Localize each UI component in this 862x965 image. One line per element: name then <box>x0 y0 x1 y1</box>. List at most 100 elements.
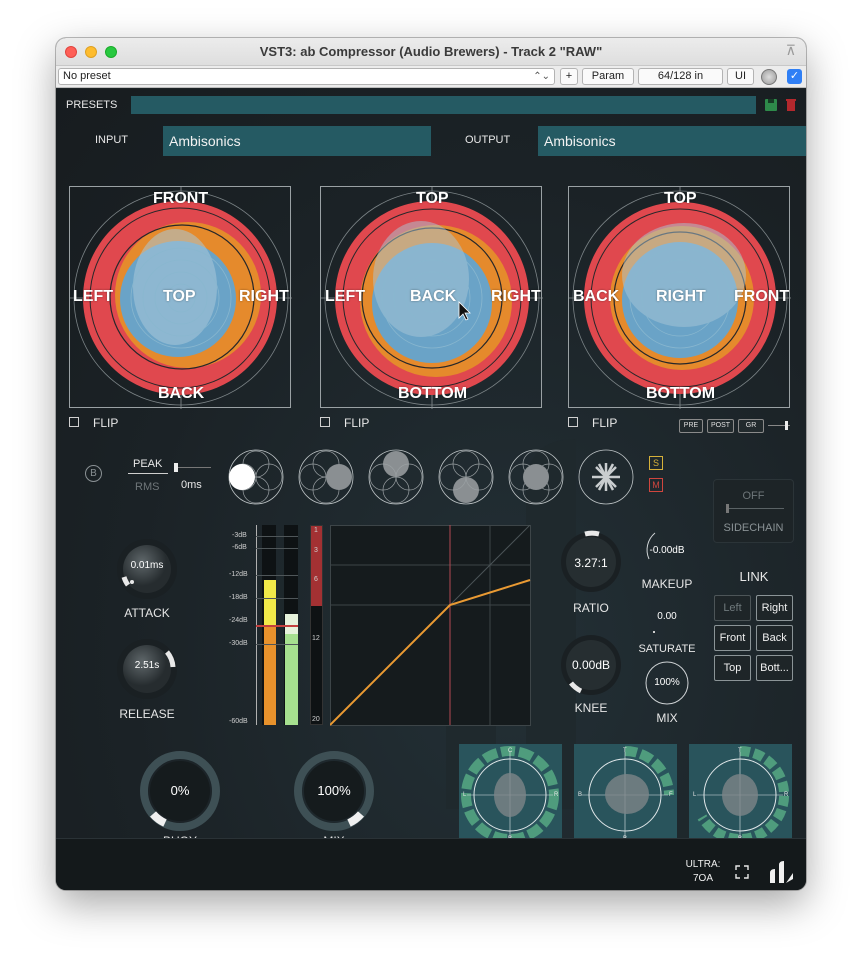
mode-bottom-icon[interactable] <box>437 448 495 506</box>
wet-knob[interactable] <box>761 69 777 85</box>
sphere-3-bottom-label: BOTTOM <box>646 385 716 402</box>
saturate-label: SATURATE <box>638 643 696 655</box>
link-back-button[interactable]: Back <box>756 625 793 651</box>
sphere-1-left-label: LEFT <box>73 288 113 305</box>
mode-top-icon[interactable] <box>367 448 425 506</box>
mode-multi-icon[interactable] <box>577 448 635 506</box>
param-button[interactable]: Param <box>582 68 634 85</box>
detector-time-slider-handle[interactable] <box>174 463 178 472</box>
threshold-line <box>256 625 298 627</box>
meter-scale-12: -12dB <box>229 571 248 578</box>
host-toolbar: No preset ⌃⌄ + Param 64/128 in UI ✓ <box>56 66 806 88</box>
meter-scale-6: -6dB <box>232 544 247 551</box>
visualizer-front: C B L R <box>459 744 562 846</box>
link-top-button[interactable]: Top <box>714 655 751 681</box>
visualizer-side-graphic <box>582 746 674 838</box>
output-format-select[interactable]: Ambisonics <box>538 126 806 156</box>
attack-label: ATTACK <box>124 606 170 620</box>
input-label: INPUT <box>95 134 128 146</box>
sphere-1-center-label: TOP <box>163 288 196 305</box>
solo-button[interactable]: S <box>649 456 663 470</box>
gr-scale-20: 20 <box>312 716 320 723</box>
sphere-3-left-label: BACK <box>573 288 620 305</box>
mix-small-value: 100% <box>654 677 680 688</box>
input-format-select[interactable]: Ambisonics <box>163 126 431 156</box>
mode-right-icon[interactable] <box>297 448 355 506</box>
sphere-2-left-label: LEFT <box>325 288 365 305</box>
link-bottom-button[interactable]: Bott... <box>756 655 793 681</box>
mode-indicator[interactable]: ULTRA: 7OA <box>684 858 722 886</box>
detector-time-value: 0ms <box>181 479 202 491</box>
input-meter-fill-top <box>264 580 276 625</box>
peak-option[interactable]: PEAK <box>133 458 162 470</box>
preset-select[interactable]: No preset ⌃⌄ <box>58 68 555 85</box>
preset-select-value: No preset <box>63 70 111 82</box>
flip-2-checkbox[interactable] <box>320 417 330 427</box>
pre-button[interactable]: PRE <box>679 419 703 433</box>
sphere-2-bottom-label: BOTTOM <box>398 385 468 402</box>
link-front-button[interactable]: Front <box>714 625 751 651</box>
plugin-window: VST3: ab Compressor (Audio Brewers) - Tr… <box>56 38 806 890</box>
flip-1-checkbox[interactable] <box>69 417 79 427</box>
sphere-1-right-label: RIGHT <box>239 288 289 305</box>
flip-3-checkbox[interactable] <box>568 417 578 427</box>
bypass-checkbox[interactable]: ✓ <box>787 69 802 84</box>
input-meter-fill <box>264 625 276 725</box>
sidechain-panel: OFF SIDECHAIN <box>713 479 794 543</box>
sidechain-state: OFF <box>742 490 765 502</box>
sphere-view-1[interactable]: FRONT BACK LEFT RIGHT TOP <box>69 186 292 409</box>
delete-icon[interactable] <box>784 98 798 112</box>
gr-button[interactable]: GR <box>738 419 764 433</box>
fullscreen-icon[interactable] <box>735 865 749 879</box>
sphere-view-3[interactable]: TOP BOTTOM BACK FRONT RIGHT <box>568 186 791 409</box>
visualizer-front-graphic <box>461 746 559 844</box>
ratio-value: 3.27:1 <box>574 556 608 570</box>
mute-button[interactable]: M <box>649 478 663 492</box>
mode-line-2: 7OA <box>692 873 713 884</box>
vis-1-right: R <box>554 792 559 798</box>
buoy-value: 0% <box>170 783 190 798</box>
mode-center-icon[interactable] <box>507 448 565 506</box>
saturate-knob[interactable] <box>653 631 655 633</box>
preset-name-field[interactable] <box>131 96 756 114</box>
meter-scale-3: -3dB <box>232 532 247 539</box>
ui-button[interactable]: UI <box>727 68 754 85</box>
meter-scale-24: -24dB <box>229 617 248 624</box>
plugin-ui: PRESETS INPUT Ambisonics OUTPUT Ambisoni… <box>56 89 806 890</box>
audio-brewers-logo-icon <box>770 861 793 883</box>
pin-icon[interactable]: ⊼ <box>786 42 796 59</box>
meter-scale-30: -30dB <box>229 640 248 647</box>
add-preset-button[interactable]: + <box>560 68 578 85</box>
meter-mode-slider-handle[interactable] <box>785 421 788 430</box>
io-routing-button[interactable]: 64/128 in <box>638 68 723 85</box>
sphere-view-2[interactable]: TOP BOTTOM LEFT RIGHT BACK <box>320 186 543 409</box>
post-button[interactable]: POST <box>707 419 734 433</box>
flip-1-label: FLIP <box>93 416 119 430</box>
meter-grid-line <box>256 536 298 537</box>
save-icon[interactable] <box>764 98 778 112</box>
visualizer-top: T B L R <box>689 744 792 846</box>
gr-scale-12: 12 <box>312 635 320 642</box>
output-meter-fill <box>285 634 298 725</box>
visualizer-side: T B B F <box>574 744 677 846</box>
detector-divider <box>128 473 168 474</box>
visualizer-top-graphic <box>697 745 790 844</box>
mode-line-1: ULTRA: <box>685 859 721 870</box>
vis-2-top: T <box>623 748 627 754</box>
gr-meter-fill <box>311 526 322 606</box>
link-right-button[interactable]: Right <box>756 595 793 621</box>
saturate-value: 0.00 <box>657 611 677 622</box>
sphere-2-right-label: RIGHT <box>491 288 541 305</box>
vis-3-right: R <box>784 792 789 798</box>
transfer-curve-graph[interactable] <box>330 525 532 727</box>
mix-value: 100% <box>317 783 351 798</box>
gr-scale-3: 3 <box>314 547 318 554</box>
sidechain-slider-track <box>726 508 784 509</box>
sidechain-slider-handle[interactable] <box>726 504 729 513</box>
vis-2-left: B <box>578 792 583 798</box>
ratio-label: RATIO <box>573 601 609 615</box>
rms-option[interactable]: RMS <box>135 481 159 493</box>
mode-omni-icon[interactable] <box>227 448 285 506</box>
bypass-b-button[interactable]: B <box>85 465 102 482</box>
link-left-button[interactable]: Left <box>714 595 751 621</box>
